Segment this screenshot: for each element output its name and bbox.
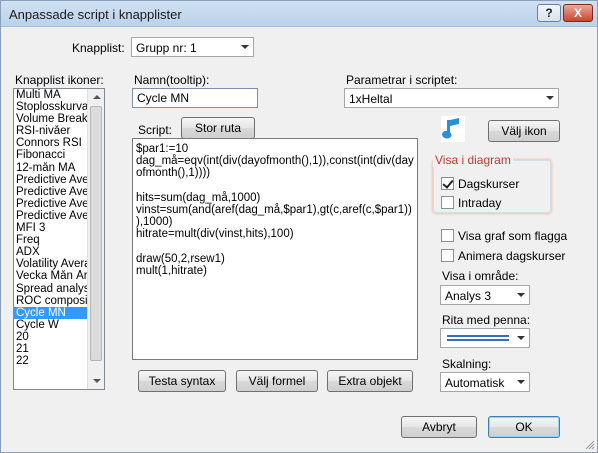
icons-listbox[interactable]: Multi MAStoplosskurvaVolume BreakdownRSI… [13, 88, 105, 390]
area-dropdown[interactable]: Analys 3 [440, 285, 530, 305]
params-value: 1xHeltal [349, 92, 393, 106]
show-in-chart-title: Visa i diagram [433, 153, 513, 167]
list-item[interactable]: Fibonacci [14, 149, 88, 161]
window-title: Anpassade script i knapplister [9, 7, 182, 22]
pen-label: Rita med penna: [442, 313, 531, 327]
list-item[interactable]: RSI-nivåer [14, 125, 88, 137]
script-label: Script: [138, 123, 173, 137]
pen-line-preview [447, 339, 509, 341]
name-input[interactable] [133, 89, 257, 107]
knapplist-label: Knapplist: [72, 41, 125, 55]
scaling-dropdown[interactable]: Automatisk [440, 372, 530, 392]
title-bar[interactable]: Anpassade script i knapplister ? X [1, 1, 597, 27]
scroll-down-icon[interactable] [89, 373, 104, 389]
dialog-window: Anpassade script i knapplister ? X Knapp… [0, 0, 598, 453]
list-item[interactable]: Spread analys 3 [14, 283, 88, 295]
chevron-down-icon [512, 286, 529, 304]
list-item[interactable]: ROC composite [14, 295, 88, 307]
pen-dropdown[interactable] [440, 328, 530, 348]
scaling-value: Automatisk [445, 376, 505, 390]
big-box-button[interactable]: Stor ruta [181, 117, 255, 139]
choose-icon-button[interactable]: Välj ikon [488, 120, 560, 142]
chevron-down-icon [512, 329, 529, 347]
script-editor[interactable]: $par1:=10 dag_må=eqv(int(div(dayofmonth(… [132, 138, 418, 360]
resize-grip-icon[interactable] [585, 440, 595, 450]
pen-line-preview [447, 335, 509, 337]
list-item[interactable]: Multi MA [14, 89, 88, 101]
list-item[interactable]: 22 [14, 355, 88, 367]
params-dropdown[interactable]: 1xHeltal [344, 88, 559, 108]
list-item[interactable]: Vecka Mån År [14, 270, 88, 282]
list-item[interactable]: Volatility Average [14, 258, 88, 270]
show-as-flag-checkbox[interactable] [441, 229, 454, 242]
intraday-checkbox[interactable] [441, 196, 454, 209]
help-button[interactable]: ? [537, 4, 561, 22]
chevron-down-icon [512, 373, 529, 391]
list-item[interactable]: 21 [14, 343, 88, 355]
list-item[interactable]: Predictive Average [14, 174, 88, 186]
scroll-thumb[interactable] [90, 106, 102, 361]
list-item[interactable]: Predictive Average [14, 198, 88, 210]
name-label: Namn(tooltip): [134, 73, 210, 87]
icons-list-label: Knapplist ikoner: [15, 73, 104, 87]
list-item[interactable]: MFI 3 [14, 222, 88, 234]
intraday-label: Intraday [458, 196, 502, 210]
daily-prices-checkbox[interactable] [441, 177, 454, 190]
list-item[interactable]: Connors RSI [14, 137, 88, 149]
icons-list-items: Multi MAStoplosskurvaVolume BreakdownRSI… [14, 89, 88, 367]
knapplist-value: Grupp nr: 1 [136, 41, 197, 55]
list-item[interactable]: Stoplosskurva [14, 101, 88, 113]
list-item[interactable]: Predictive Average [14, 186, 88, 198]
list-item[interactable]: Freq [14, 234, 88, 246]
script-text[interactable]: $par1:=10 dag_må=eqv(int(div(dayofmonth(… [133, 139, 417, 281]
list-item[interactable]: Cycle W [14, 319, 88, 331]
area-value: Analys 3 [445, 289, 492, 303]
knapplist-dropdown[interactable]: Grupp nr: 1 [131, 37, 254, 57]
close-button[interactable]: X [563, 4, 593, 22]
list-item[interactable]: Volume Breakdown [14, 113, 88, 125]
chevron-down-icon [236, 38, 253, 56]
extra-object-button[interactable]: Extra objekt [327, 370, 413, 392]
test-syntax-button[interactable]: Testa syntax [138, 370, 226, 392]
list-item[interactable]: 20 [14, 331, 88, 343]
animate-daily-checkbox[interactable] [441, 249, 454, 262]
animate-daily-label: Animera dagskurser [458, 249, 566, 263]
params-label: Parametrar i scriptet: [346, 73, 458, 87]
vertical-scrollbar[interactable] [87, 89, 104, 389]
area-label: Visa i område: [442, 269, 519, 283]
choose-formula-button[interactable]: Välj formel [236, 370, 318, 392]
ok-button[interactable]: OK [488, 416, 560, 438]
list-item[interactable]: 12-mån MA [14, 162, 88, 174]
name-input-box[interactable] [132, 88, 258, 108]
daily-prices-label: Dagskurser [458, 177, 520, 191]
chevron-down-icon [541, 89, 558, 107]
list-item[interactable]: ADX [14, 246, 88, 258]
scaling-label: Skalning: [442, 357, 492, 371]
show-as-flag-label: Visa graf som flagga [458, 229, 568, 243]
cancel-button[interactable]: Avbryt [401, 416, 477, 438]
list-item[interactable]: Cycle MN [14, 306, 88, 319]
list-item[interactable]: Predictive Average [14, 210, 88, 222]
scroll-up-icon[interactable] [89, 89, 104, 105]
music-note-icon [441, 116, 465, 142]
